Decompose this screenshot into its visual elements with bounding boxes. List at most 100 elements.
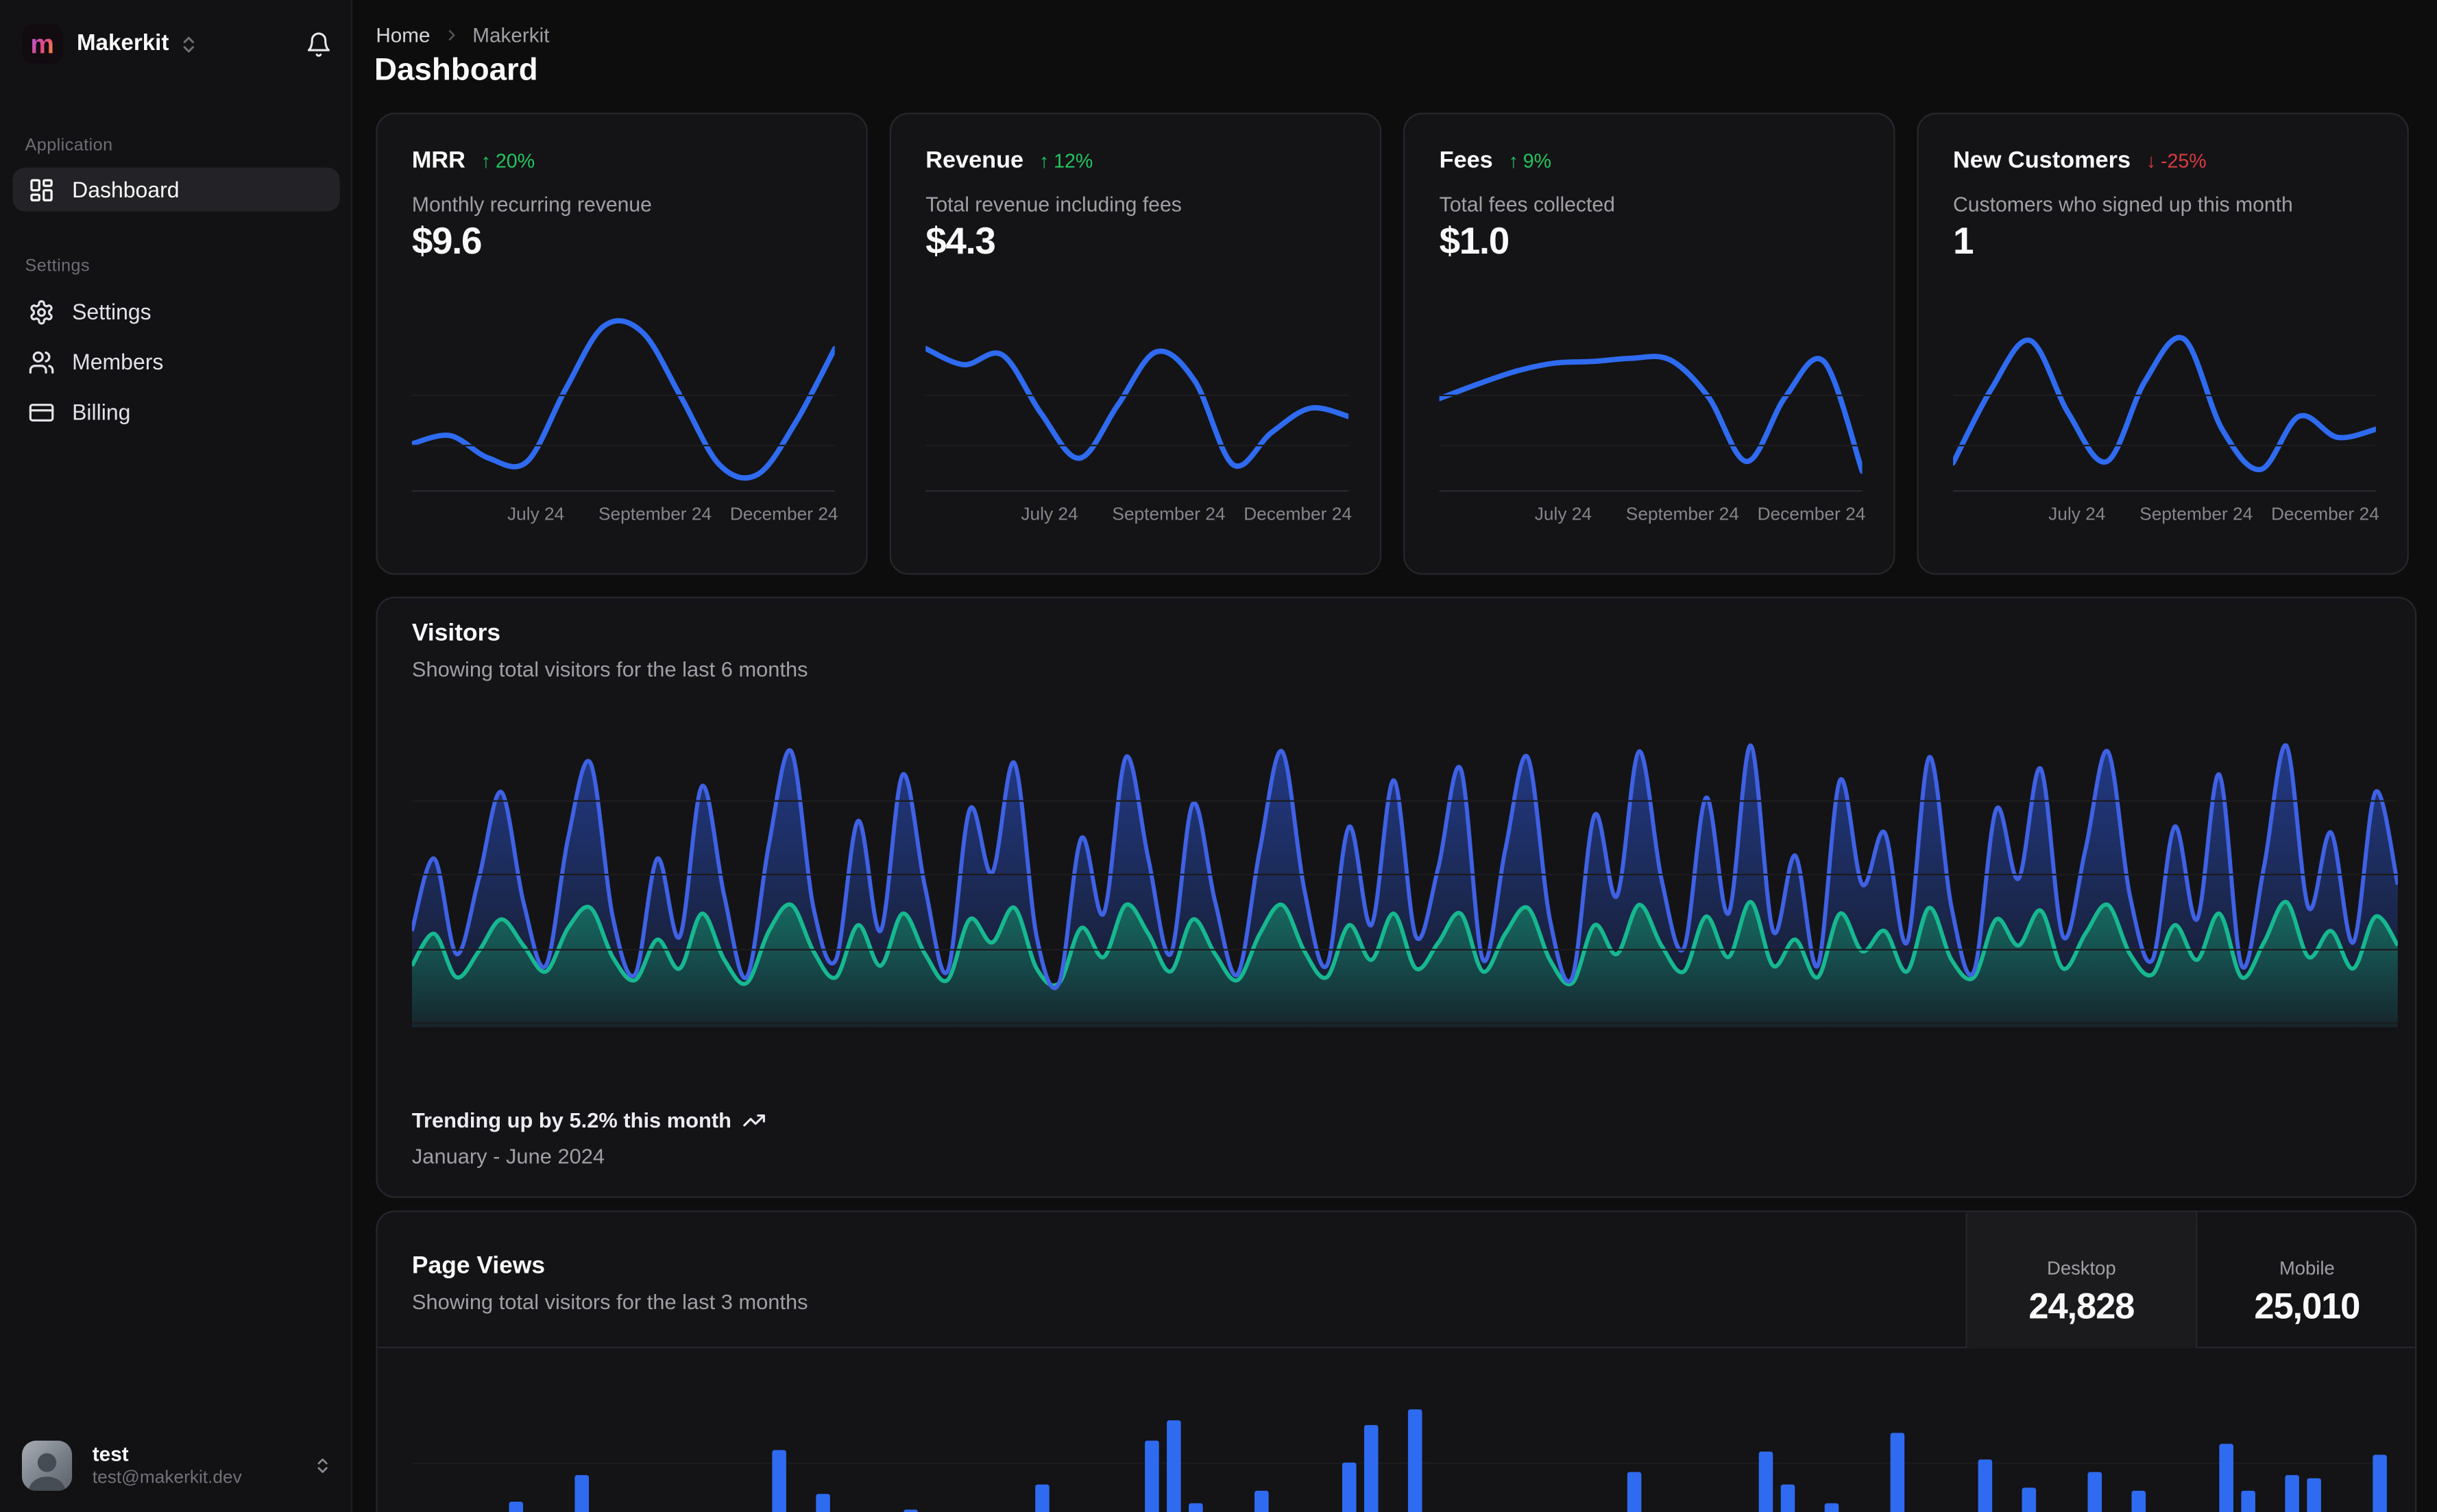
trend-value: -25% — [2161, 149, 2207, 172]
makerkit-logo: m — [21, 23, 63, 64]
stat-sparkline-chart — [1439, 307, 1863, 492]
chevrons-up-down-icon — [313, 1456, 332, 1475]
axis-tick: September 24 — [1625, 505, 1739, 525]
workspace-switcher[interactable]: m Makerkit — [21, 22, 332, 66]
credit-card-icon — [28, 398, 55, 425]
bar — [2087, 1472, 2102, 1512]
bar — [1189, 1503, 1203, 1512]
axis-tick: September 24 — [598, 505, 712, 525]
bar — [904, 1509, 918, 1512]
bar — [1890, 1432, 1905, 1512]
sidebar-item-members[interactable]: Members — [12, 340, 340, 384]
trend-arrow-icon: ↑ — [1039, 149, 1050, 172]
toggle-mobile-label: Mobile — [2279, 1257, 2335, 1280]
stat-trend-badge: ↑ 12% — [1039, 149, 1093, 171]
bar — [1254, 1491, 1269, 1512]
chevrons-up-down-icon — [178, 34, 199, 54]
stat-card-mrr: MRR ↑ 20% Monthly recurring revenue $9.6… — [376, 112, 868, 575]
notifications-bell-icon[interactable] — [306, 31, 332, 58]
stat-trend-badge: ↑ 20% — [481, 149, 535, 171]
axis-tick: December 24 — [729, 505, 838, 525]
bar — [1342, 1462, 1357, 1512]
bar — [772, 1450, 786, 1512]
bar — [1978, 1459, 1993, 1512]
stat-x-axis: July 24 September 24 December 24 — [925, 505, 1352, 528]
bar — [1167, 1420, 1181, 1512]
bar — [2241, 1491, 2255, 1512]
main-content: Home Makerkit Dashboard MRR ↑ 20% Monthl… — [354, 0, 2437, 1512]
axis-tick: September 24 — [2139, 505, 2253, 525]
axis-tick: December 24 — [1244, 505, 1352, 525]
logo-letter: m — [30, 29, 54, 59]
bar — [816, 1493, 830, 1512]
trend-value: 9% — [1523, 149, 1552, 172]
stat-description: Total revenue including fees — [925, 193, 1182, 217]
bar — [509, 1502, 524, 1512]
breadcrumb-home-link[interactable]: Home — [376, 23, 430, 47]
visitors-footer-range: January - June 2024 — [411, 1145, 605, 1169]
stat-card-fees: Fees ↑ 9% Total fees collected $1.0 July… — [1403, 112, 1895, 575]
page-views-card: Page Views Showing total visitors for th… — [376, 1210, 2417, 1512]
stat-label: Revenue — [925, 147, 1024, 174]
axis-tick: July 24 — [2048, 505, 2106, 525]
bar — [2219, 1443, 2233, 1512]
bar — [1824, 1503, 1839, 1512]
page-views-subtitle: Showing total visitors for the last 3 mo… — [411, 1290, 808, 1314]
page-views-header: Page Views Showing total visitors for th… — [377, 1212, 2416, 1349]
stat-description: Customers who signed up this month — [1953, 193, 2293, 217]
sidebar-item-dashboard[interactable]: Dashboard — [12, 167, 340, 212]
trending-up-icon — [742, 1109, 766, 1132]
axis-tick: July 24 — [1021, 505, 1078, 525]
users-icon — [28, 348, 55, 375]
stat-sparkline-chart — [411, 307, 835, 492]
toggle-desktop-value: 24,828 — [2028, 1285, 2135, 1327]
visitors-title: Visitors — [411, 620, 501, 647]
page-views-bar-chart — [411, 1350, 2387, 1512]
section-label-application: Application — [25, 136, 113, 156]
page-title: Dashboard — [374, 53, 538, 88]
bar — [574, 1475, 590, 1512]
user-email: test@makerkit.dev — [92, 1468, 242, 1487]
stat-trend-badge: ↑ 9% — [1509, 149, 1551, 171]
sidebar-item-label: Billing — [72, 399, 131, 425]
stat-x-axis: July 24 September 24 December 24 — [412, 505, 838, 528]
user-name: test — [92, 1441, 129, 1465]
bar — [1407, 1409, 1422, 1512]
bar — [2373, 1454, 2387, 1512]
stat-label: New Customers — [1953, 147, 2131, 174]
axis-tick: July 24 — [507, 505, 565, 525]
stat-value: $1.0 — [1439, 221, 1510, 263]
stat-value: $4.3 — [925, 221, 996, 263]
stat-label: Fees — [1439, 147, 1493, 174]
stat-card-new-customers: New Customers ↓ -25% Customers who signe… — [1917, 112, 2409, 575]
toggle-mobile-value: 25,010 — [2254, 1285, 2360, 1327]
trend-arrow-icon: ↑ — [481, 149, 492, 172]
axis-tick: December 24 — [2270, 505, 2379, 525]
trend-arrow-icon: ↑ — [1508, 149, 1518, 172]
bar — [1145, 1440, 1159, 1512]
bar — [1035, 1484, 1050, 1512]
toggle-mobile[interactable]: Mobile 25,010 — [2196, 1212, 2416, 1349]
stat-trend-badge: ↓ -25% — [2146, 149, 2207, 171]
sidebar-item-billing[interactable]: Billing — [12, 390, 340, 434]
breadcrumb-current[interactable]: Makerkit — [472, 23, 549, 47]
visitors-area-chart — [411, 719, 2398, 1027]
sidebar-item-settings[interactable]: Settings — [12, 290, 340, 334]
axis-tick: July 24 — [1534, 505, 1592, 525]
user-menu[interactable]: test test@makerkit.dev — [21, 1431, 332, 1500]
bar — [1363, 1425, 1379, 1512]
workspace-name: Makerkit — [76, 31, 169, 57]
toggle-desktop-label: Desktop — [2047, 1257, 2116, 1280]
toggle-desktop[interactable]: Desktop 24,828 — [1965, 1212, 2196, 1349]
visitors-card: Visitors Showing total visitors for the … — [376, 596, 2417, 1198]
bar — [2307, 1478, 2321, 1512]
avatar — [21, 1440, 73, 1491]
stat-x-axis: July 24 September 24 December 24 — [1440, 505, 1866, 528]
stat-sparkline-chart — [1953, 307, 2376, 492]
breadcrumb: Home Makerkit — [376, 23, 549, 47]
stat-card-revenue: Revenue ↑ 12% Total revenue including fe… — [889, 112, 1382, 575]
stat-description: Monthly recurring revenue — [411, 193, 652, 217]
bar — [1780, 1484, 1795, 1512]
bar — [1627, 1472, 1642, 1512]
stat-description: Total fees collected — [1439, 193, 1615, 217]
